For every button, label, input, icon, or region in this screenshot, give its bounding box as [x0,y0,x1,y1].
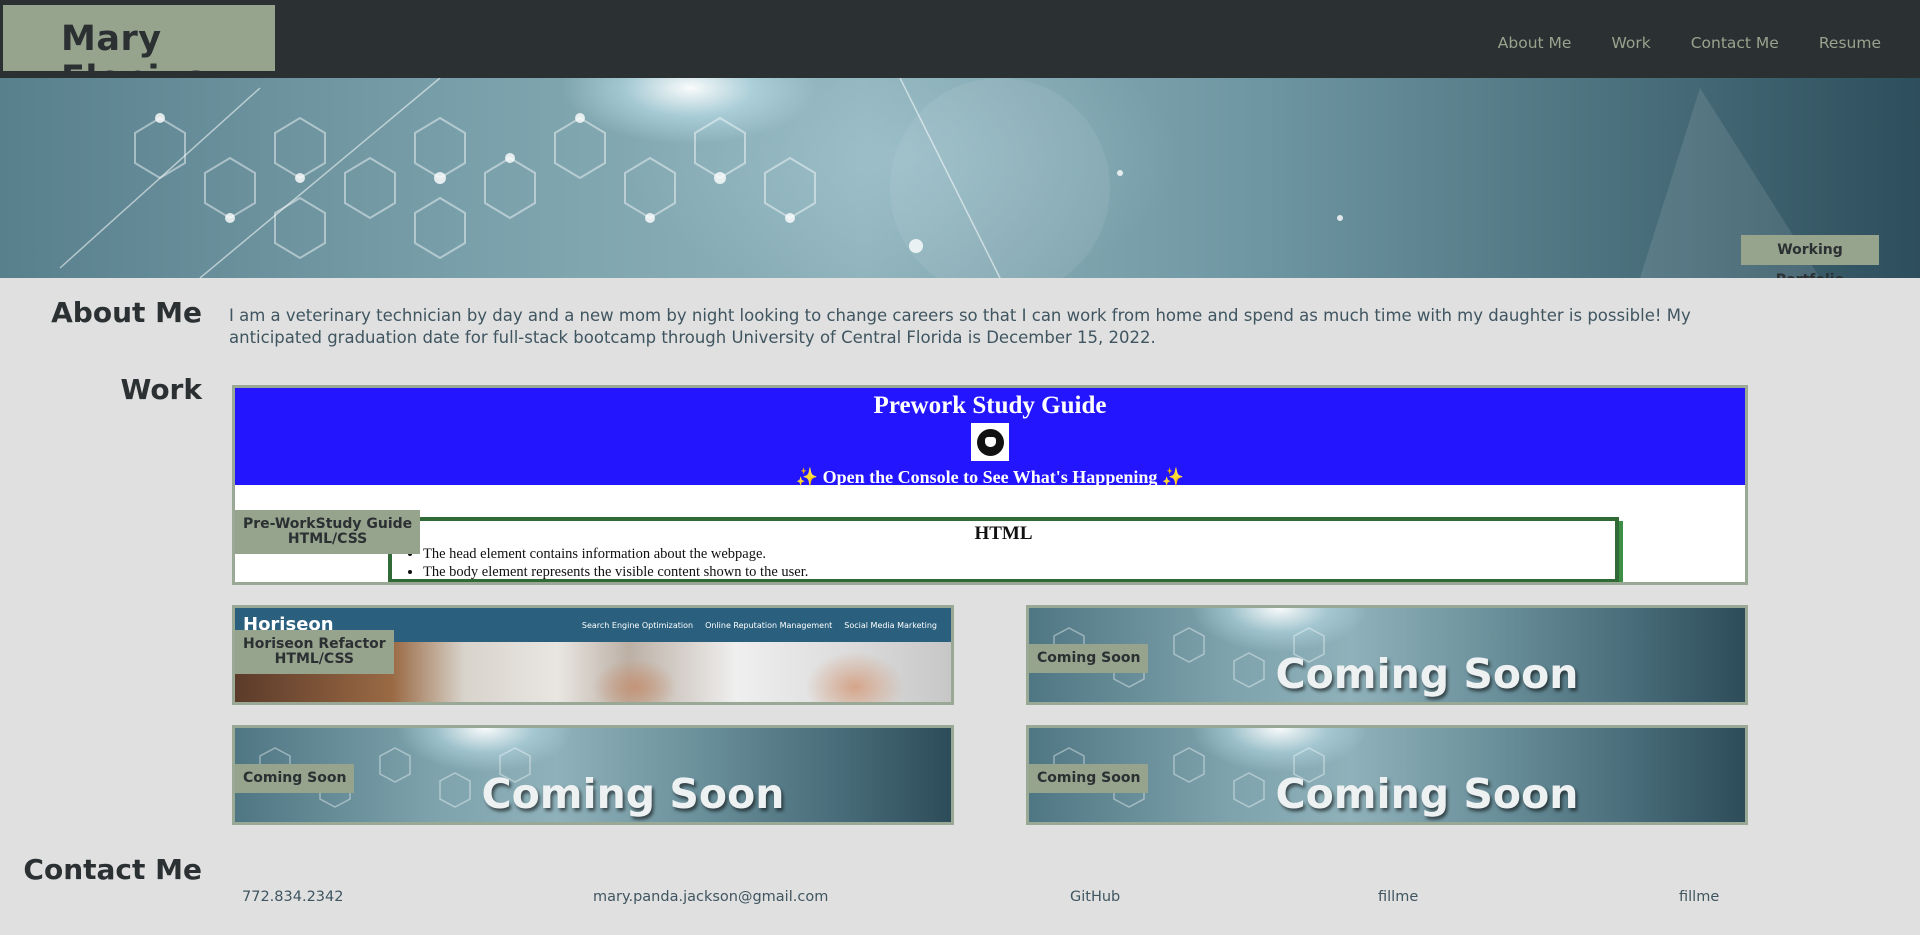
nav-about-me[interactable]: About Me [1498,34,1572,52]
prework-label: Pre-WorkStudy Guide HTML/CSS [235,510,421,554]
list-item: The body element represents the visible … [423,563,1615,581]
horiseon-label-line2: HTML/CSS [274,651,354,667]
prework-subtitle: ✨ Open the Console to See What's Happeni… [795,467,1185,487]
main-nav: About Me Work Contact Me Resume [1458,34,1881,52]
nav-resume[interactable]: Resume [1819,34,1881,52]
prework-box-title: HTML [974,523,1033,544]
working-portfolio-badge: Working Portfolio [1741,235,1879,278]
coming-soon-label: Coming Soon [235,764,355,793]
coming-soon-card[interactable]: Coming Soon Coming Soon [1026,725,1748,825]
contact-fillme-link[interactable]: fillme [1378,889,1418,905]
contact-fillme-link[interactable]: fillme [1679,889,1719,905]
prework-label-line1: Pre-WorkStudy Guide [243,516,413,532]
hero-banner: Working Portfolio [0,78,1920,278]
horiseon-nav-item: Online Reputation Management [705,621,833,630]
prework-label-line2: HTML/CSS [287,531,368,547]
nav-contact-me[interactable]: Contact Me [1691,34,1779,52]
horiseon-nav-item: Search Engine Optimization [581,621,694,630]
contact-github-link[interactable]: GitHub [1070,889,1120,905]
horiseon-refactor-card[interactable]: Horiseon Search Engine Optimization Onli… [232,605,954,705]
horiseon-nav: Search Engine Optimization Online Reputa… [582,621,937,630]
prework-html-box: HTML The head element contains informati… [388,517,1619,582]
contact-me-heading: Contact Me [23,853,202,886]
list-item: The head element contains information ab… [423,545,1615,563]
coming-soon-label: Coming Soon [1029,644,1149,673]
coming-soon-card[interactable]: Coming Soon Coming Soon [1026,605,1748,705]
site-brand: Mary Elenius [3,5,275,99]
coming-soon-label: Coming Soon [1029,764,1149,793]
prework-title: Prework Study Guide [873,392,1107,419]
horiseon-label: Horiseon Refactor HTML/CSS [235,630,394,674]
about-me-heading: About Me [51,296,202,329]
about-me-text: I am a veterinary technician by day and … [229,306,1691,347]
contact-phone-link[interactable]: 772.834.2342 [242,889,343,905]
contact-email-link[interactable]: mary.panda.jackson@gmail.com [593,889,828,905]
github-cat-icon [971,423,1009,461]
prework-bullet-list: The head element contains information ab… [423,545,1615,581]
hero-network-pattern [59,78,1820,278]
work-heading: Work [120,373,202,406]
horiseon-nav-item: Social Media Marketing [844,621,937,630]
nav-work[interactable]: Work [1611,34,1650,52]
prework-study-guide-card[interactable]: Prework Study Guide ✨ Open the Console t… [232,385,1748,585]
horiseon-label-line1: Horiseon Refactor [243,636,386,652]
site-header: Mary Elenius About Me Work Contact Me Re… [0,0,1920,99]
coming-soon-card[interactable]: Coming Soon Coming Soon [232,725,954,825]
prework-header: Prework Study Guide ✨ Open the Console t… [235,388,1745,487]
